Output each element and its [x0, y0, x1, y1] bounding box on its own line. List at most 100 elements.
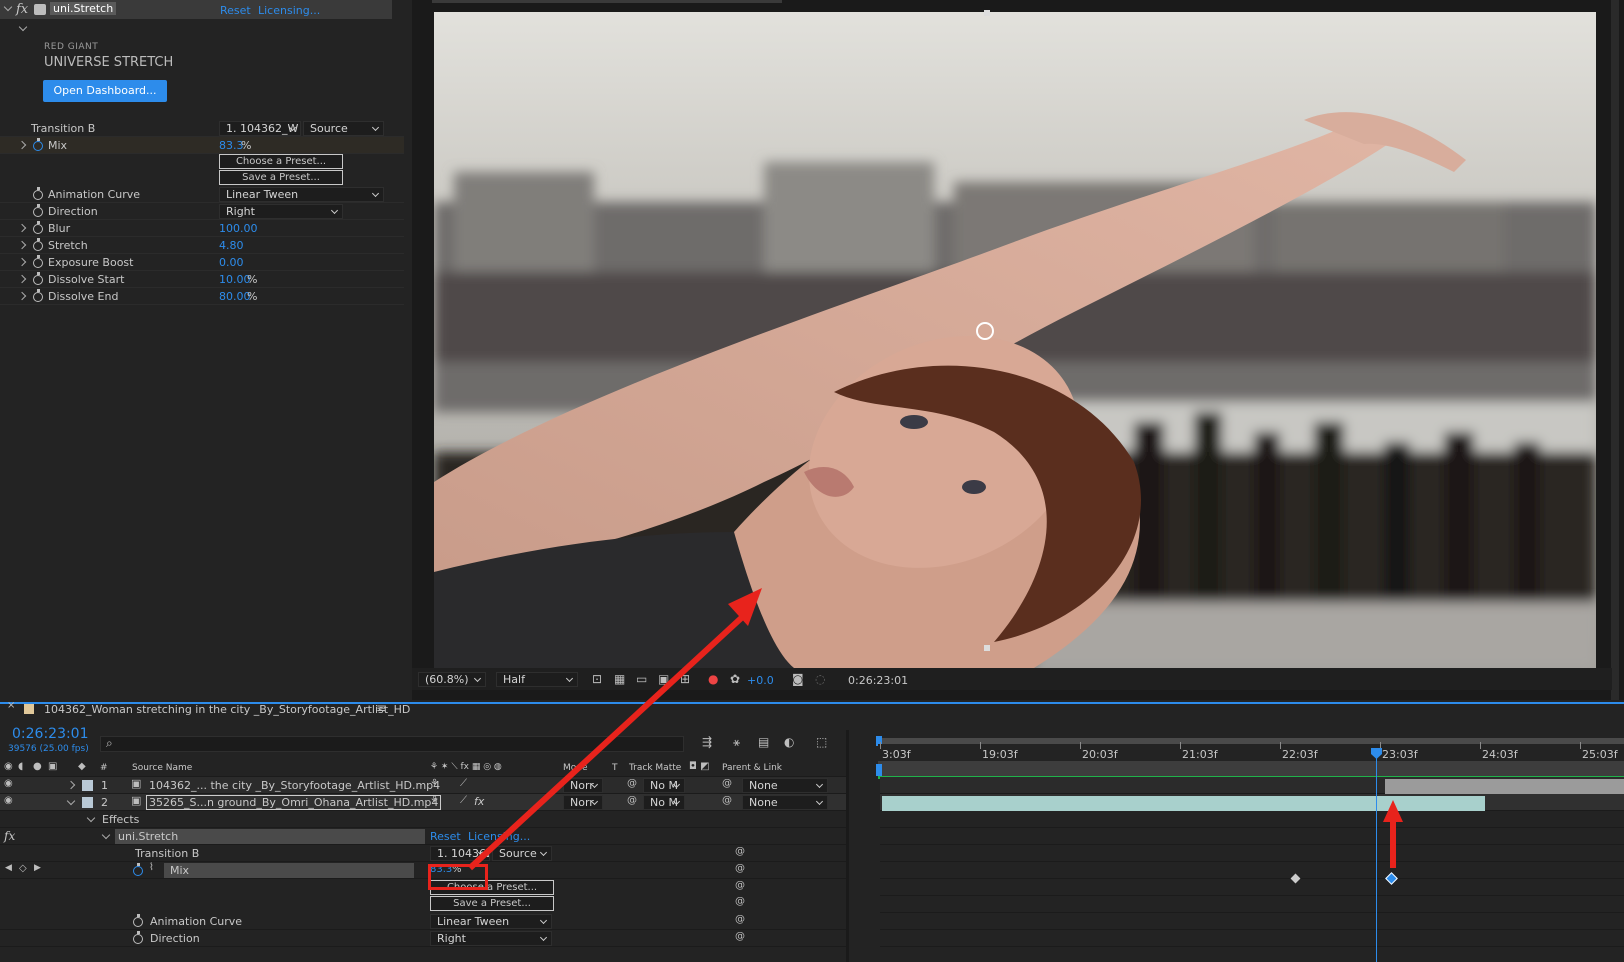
show-snapshot-icon[interactable]: ◌	[815, 672, 825, 686]
choose-preset-button[interactable]: Choose a Preset...	[219, 154, 343, 169]
layer-1-label-color[interactable]	[82, 780, 93, 791]
layer-search-input[interactable]	[100, 736, 684, 752]
exposure-boost-value[interactable]: 0.00	[219, 256, 244, 269]
layer-2-name[interactable]: 35265_S...n ground_By_Omri_Ohana_Artlist…	[146, 795, 442, 810]
licensing-link[interactable]: Licensing...	[258, 4, 320, 17]
dissolve-start-value[interactable]: 10.00	[219, 273, 251, 286]
tl-effect-collapse-toggle[interactable]	[101, 830, 111, 840]
layer-2-collapse-toggle[interactable]	[66, 796, 76, 806]
layer-1-name[interactable]: 104362_... the city _By_Storyfootage_Art…	[149, 779, 440, 792]
prev-keyframe-icon[interactable]: ◀	[5, 863, 12, 873]
resolution-dropdown[interactable]: Half	[496, 672, 578, 687]
source-name-header[interactable]: Source Name	[132, 763, 192, 773]
tl-direction-dropdown[interactable]: Right	[430, 931, 552, 946]
layer-2-pickwhip-icon[interactable]: @	[722, 795, 732, 806]
layer-2-matte-dropdown[interactable]: No M	[643, 795, 685, 810]
zoom-dropdown[interactable]: (60.8%)	[418, 672, 486, 687]
tl-mix-expression-icon[interactable]: @	[735, 863, 745, 874]
anchor-point-icon[interactable]	[976, 322, 994, 340]
color-channels-icon[interactable]: ●	[708, 672, 718, 686]
exposure-boost-stopwatch-icon[interactable]	[33, 255, 43, 268]
transparency-grid-icon[interactable]: ▦	[614, 672, 625, 686]
region-of-interest-icon[interactable]: ▣	[658, 672, 669, 686]
tl-direction-stopwatch-icon[interactable]	[133, 931, 143, 944]
grid-guides-icon[interactable]: ⊞	[680, 672, 690, 686]
viewer-scrollbar[interactable]	[1611, 0, 1619, 700]
transition-b-source-dropdown[interactable]: Source	[303, 121, 384, 136]
stretch-stopwatch-icon[interactable]	[33, 238, 43, 251]
motion-blur-icon[interactable]: ◐	[784, 735, 794, 749]
animation-curve-dropdown[interactable]: Linear Tween	[219, 187, 384, 202]
layer-1-clip-bar[interactable]	[1385, 779, 1624, 794]
add-keyframe-icon[interactable]: ◇	[19, 863, 27, 874]
tl-transition-b-expression-icon[interactable]: @	[735, 846, 745, 857]
next-keyframe-icon[interactable]: ▶	[34, 863, 41, 873]
open-dashboard-button[interactable]: Open Dashboard...	[43, 80, 167, 102]
fast-preview-icon[interactable]: ⊡	[592, 672, 602, 686]
current-timecode[interactable]: 0:26:23:01	[12, 726, 89, 742]
fx-toggle[interactable]: fx	[16, 2, 28, 17]
draft-3d-icon[interactable]: ⚹	[733, 735, 740, 750]
layer-2-mode-dropdown[interactable]: Norr	[563, 795, 603, 810]
frame-blending-icon[interactable]: ▤	[758, 735, 769, 749]
blur-value[interactable]: 100.00	[219, 222, 258, 235]
tl-fx-toggle[interactable]: fx	[4, 829, 15, 843]
direction-stopwatch-icon[interactable]	[33, 204, 43, 217]
close-tab-icon[interactable]: ×	[7, 700, 15, 711]
dissolve-start-stopwatch-icon[interactable]	[33, 272, 43, 285]
effects-collapse-toggle[interactable]	[86, 813, 96, 823]
tl-animation-curve-stopwatch-icon[interactable]	[133, 914, 143, 927]
effects-group-row[interactable]: Effects	[0, 811, 846, 828]
stretch-expand-toggle[interactable]	[17, 240, 27, 250]
layer-1-mode-dropdown[interactable]: Norr	[563, 778, 603, 793]
comp-tab-title[interactable]: 104362_Woman stretching in the city _By_…	[44, 703, 410, 716]
tl-mix-graph-icon[interactable]: ⌇	[149, 862, 154, 873]
in-point-marker[interactable]	[876, 764, 882, 776]
tl-licensing-link[interactable]: Licensing...	[468, 830, 530, 843]
layer-1-matte-dropdown[interactable]: No M	[643, 778, 685, 793]
tl-transition-b-layer-dropdown[interactable]: 1. 104362	[430, 846, 490, 861]
blur-expand-toggle[interactable]	[17, 223, 27, 233]
transition-b-layer-dropdown[interactable]: 1. 104362_W	[219, 121, 301, 136]
mix-value[interactable]: 83.3	[219, 139, 244, 152]
mix-stopwatch-icon[interactable]	[33, 138, 43, 151]
layer-2-shy-icon[interactable]: ⚘	[430, 795, 439, 806]
snapshot-icon[interactable]: ◙	[792, 672, 804, 686]
comp-mini-flowchart-icon[interactable]: ⇶	[702, 735, 712, 749]
exposure-value[interactable]: +0.0	[747, 674, 774, 687]
bottom-handle[interactable]	[984, 645, 990, 651]
dissolve-end-stopwatch-icon[interactable]	[33, 289, 43, 302]
composition-viewport[interactable]	[434, 12, 1596, 668]
layer-row-1[interactable]: ◉ 1 ▣ 104362_... the city _By_Storyfoota…	[0, 777, 846, 794]
blur-stopwatch-icon[interactable]	[33, 221, 43, 234]
reset-link[interactable]: Reset	[220, 4, 251, 17]
playhead-line[interactable]	[1376, 752, 1377, 962]
layer-1-expand-toggle[interactable]	[66, 780, 76, 790]
layer-2-label-color[interactable]	[82, 797, 93, 808]
tl-preset-expression-icon[interactable]: @	[735, 880, 745, 891]
layer-1-eye-icon[interactable]: ◉	[4, 778, 13, 789]
exposure-boost-expand-toggle[interactable]	[17, 257, 27, 267]
tl-reset-link[interactable]: Reset	[430, 830, 461, 843]
timeline-divider[interactable]	[846, 730, 849, 962]
tl-animation-curve-dropdown[interactable]: Linear Tween	[430, 914, 552, 929]
layer-1-matte-spiral-icon[interactable]: @	[627, 778, 637, 789]
layer-2-matte-spiral-icon[interactable]: @	[627, 795, 637, 806]
panel-menu-icon[interactable]: ≡	[376, 701, 386, 715]
dissolve-start-expand-toggle[interactable]	[17, 274, 27, 284]
tl-transition-b-source-dropdown[interactable]: Source	[492, 846, 552, 861]
animation-curve-stopwatch-icon[interactable]	[33, 187, 43, 200]
tl-mix-stopwatch-icon[interactable]	[133, 863, 143, 876]
layer-1-quality-icon[interactable]: ⟋	[460, 778, 467, 789]
tl-effect-row[interactable]: fx uni.Stretch Reset Licensing...	[0, 828, 846, 845]
tl-direction-expression-icon[interactable]: @	[735, 931, 745, 942]
tl-save-preset-button[interactable]: Save a Preset...	[430, 896, 554, 911]
mix-expand-toggle[interactable]	[17, 140, 27, 150]
stretch-value[interactable]: 4.80	[219, 239, 244, 252]
layer-1-shy-icon[interactable]: ⚘	[430, 778, 439, 789]
dissolve-end-expand-toggle[interactable]	[17, 291, 27, 301]
layer-1-parent-dropdown[interactable]: None	[742, 778, 828, 793]
layer-row-2[interactable]: ◉ 2 ▣ 35265_S...n ground_By_Omri_Ohana_A…	[0, 794, 846, 811]
top-handle[interactable]	[984, 10, 990, 16]
dissolve-end-value[interactable]: 80.00	[219, 290, 251, 303]
